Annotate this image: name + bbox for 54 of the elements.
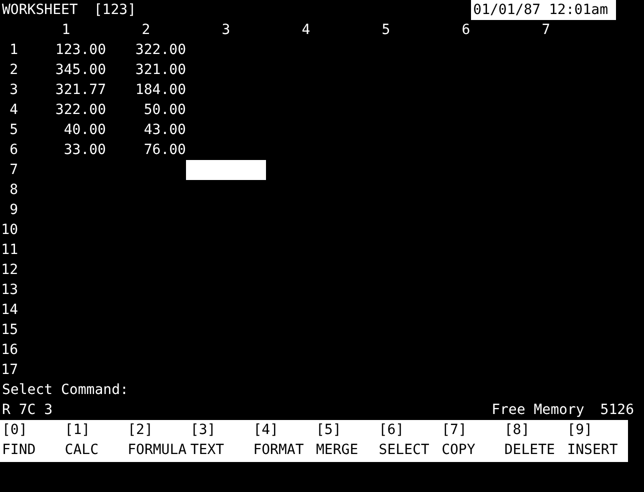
row-header: 17	[0, 362, 19, 378]
column-header: 1	[60, 22, 72, 38]
sheet-number: [123]	[94, 2, 136, 18]
row-header: 16	[0, 342, 19, 358]
row-header: 9	[8, 202, 19, 218]
function-key[interactable]: [9] INSERT	[565, 420, 628, 462]
row-header: 14	[0, 302, 19, 318]
column-header: 5	[380, 22, 392, 38]
row-header: 10	[0, 222, 19, 238]
worksheet-title: WORKSHEET	[2, 2, 78, 18]
table-cell[interactable]: 123.00	[26, 40, 106, 60]
row-header: 6	[8, 142, 19, 158]
column-header: 3	[220, 22, 232, 38]
column-header: 6	[460, 22, 472, 38]
cursor-position: R 7C 3	[2, 402, 53, 418]
row-header: 1	[8, 42, 19, 58]
row-header: 7	[8, 162, 19, 178]
memory-value: 5126	[600, 402, 634, 418]
function-key[interactable]: [3] TEXT	[188, 420, 252, 462]
row-header: 2	[8, 62, 19, 78]
row-header: 4	[8, 102, 19, 118]
table-cell[interactable]: 40.00	[26, 120, 106, 140]
table-cell[interactable]: 322.00	[26, 100, 106, 120]
command-prompt: Select Command:	[2, 382, 128, 398]
row-header: 12	[0, 262, 19, 278]
table-cell[interactable]: 321.77	[26, 80, 106, 100]
function-key[interactable]: [5] MERGE	[314, 420, 377, 462]
function-key[interactable]: [6] SELECT	[376, 420, 440, 462]
column-header: 7	[540, 22, 552, 38]
row-header: 13	[0, 282, 19, 298]
table-cell[interactable]: 184.00	[106, 80, 186, 100]
memory-label: Free Memory	[492, 402, 584, 418]
table-cell[interactable]: 50.00	[106, 100, 186, 120]
function-key[interactable]: [7] COPY	[440, 420, 502, 462]
selected-cell[interactable]	[186, 160, 266, 180]
function-key[interactable]: [8] DELETE	[502, 420, 566, 462]
row-header: 11	[0, 242, 19, 258]
function-key[interactable]: [4] FORMAT	[251, 420, 314, 462]
function-key[interactable]: [1] CALC	[62, 420, 126, 462]
row-header: 5	[8, 122, 19, 138]
column-header: 2	[140, 22, 152, 38]
row-header: 8	[8, 182, 19, 198]
column-header: 4	[300, 22, 312, 38]
function-key[interactable]: [0] FIND	[0, 420, 63, 462]
table-cell[interactable]: 33.00	[26, 140, 106, 160]
table-cell[interactable]: 43.00	[106, 120, 186, 140]
date-time: 01/01/87 12:01am	[471, 0, 616, 20]
table-cell[interactable]: 76.00	[106, 140, 186, 160]
table-cell[interactable]: 321.00	[106, 60, 186, 80]
function-key[interactable]: [2] FORMULA	[126, 420, 188, 462]
table-cell[interactable]: 322.00	[106, 40, 186, 60]
row-header: 3	[8, 82, 19, 98]
row-header: 15	[0, 322, 19, 338]
table-cell[interactable]: 345.00	[26, 60, 106, 80]
